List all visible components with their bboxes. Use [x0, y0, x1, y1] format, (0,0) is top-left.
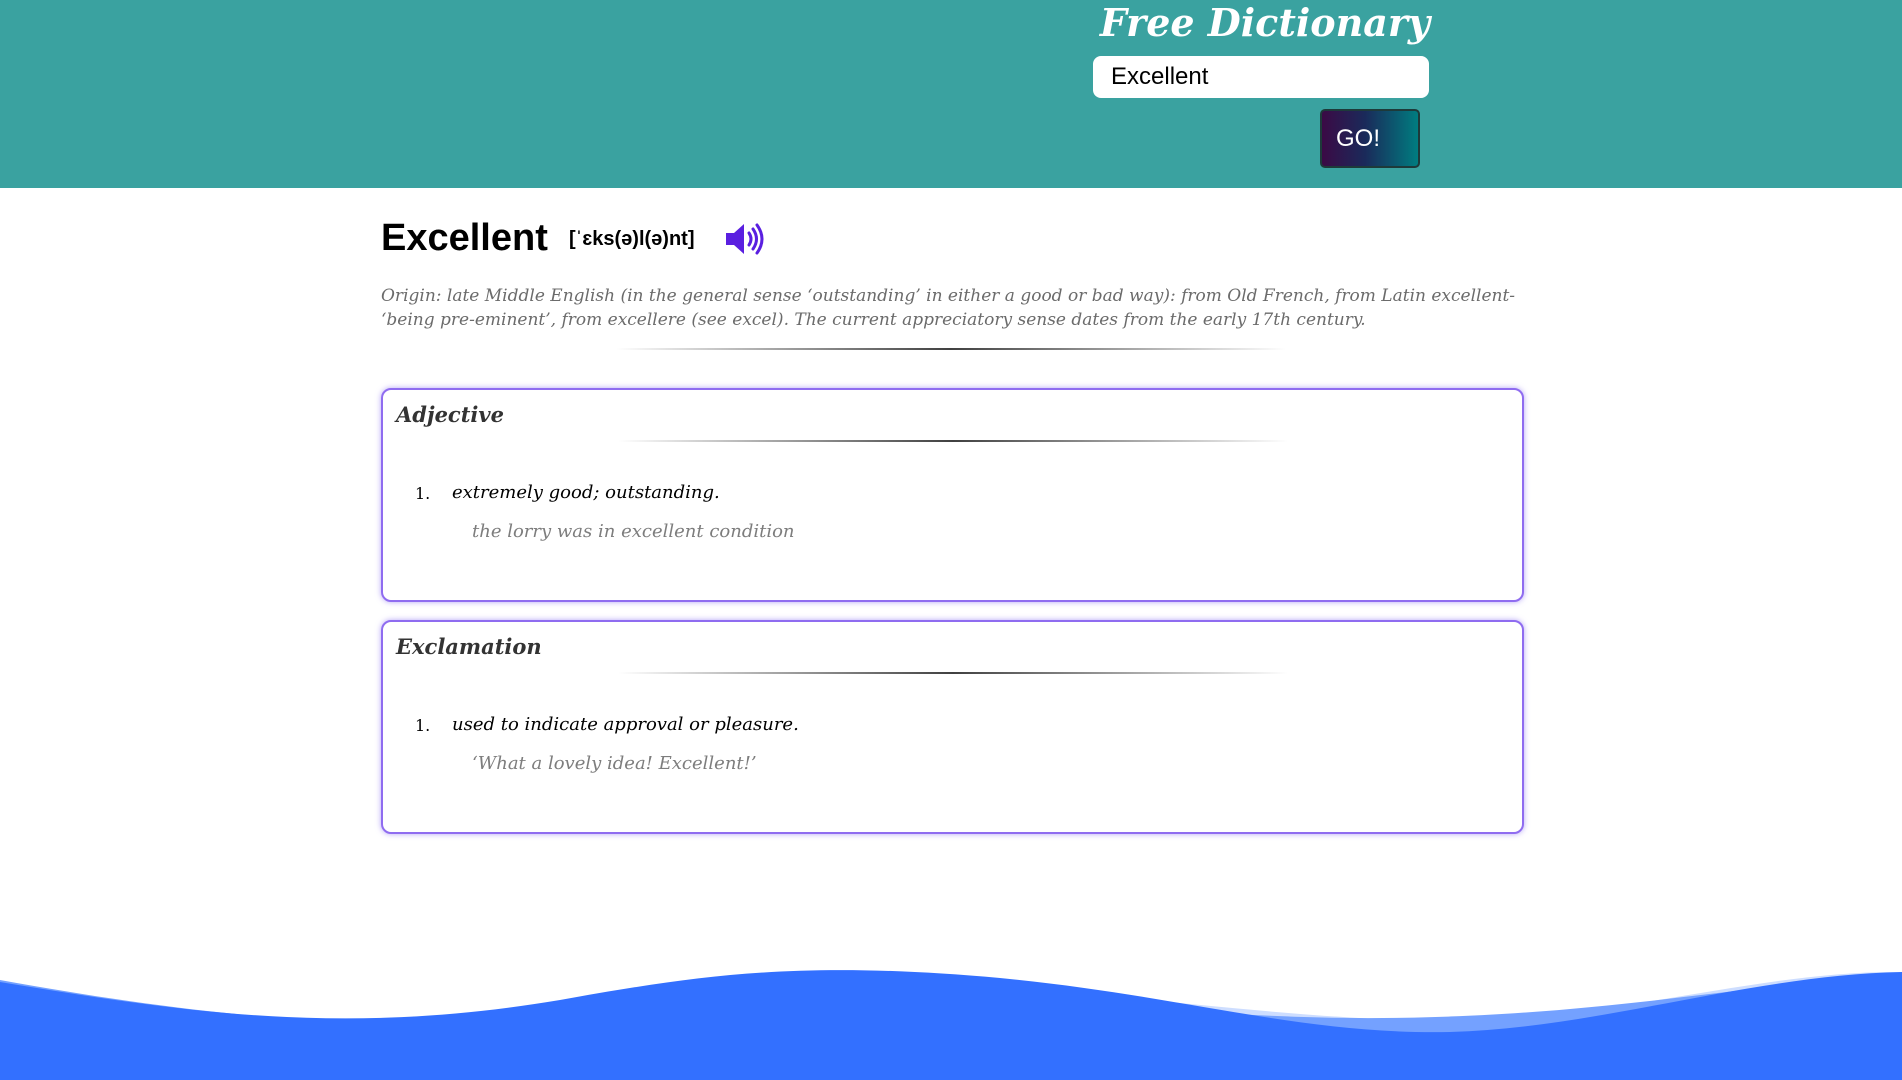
- header-bar: Free Dictionary GO!: [0, 0, 1902, 188]
- meaning-card-exclamation: Exclamation 1. used to indicate approval…: [381, 620, 1524, 834]
- site-title[interactable]: Free Dictionary: [1094, 0, 1430, 46]
- search-input[interactable]: [1093, 56, 1429, 98]
- definition-number: 1.: [415, 484, 431, 503]
- part-of-speech-label: Exclamation: [396, 634, 542, 659]
- card-divider: [618, 440, 1288, 442]
- definition-text: used to indicate approval or pleasure.: [452, 714, 799, 735]
- phonetic-text: [ˈɛks(ə)l(ə)nt]: [569, 228, 695, 250]
- footer-waves: [0, 970, 1902, 1080]
- definition-number: 1.: [415, 716, 431, 735]
- definition-example: the lorry was in excellent condition: [472, 521, 795, 542]
- definition-example: ‘What a lovely idea! Excellent!’: [472, 753, 757, 774]
- word-title: Excellent: [381, 217, 548, 259]
- speaker-volume-icon[interactable]: [724, 222, 766, 256]
- go-button[interactable]: GO!: [1320, 109, 1420, 168]
- origin-text: Origin: late Middle English (in the gene…: [381, 286, 1516, 330]
- meaning-card-adjective: Adjective 1. extremely good; outstanding…: [381, 388, 1524, 602]
- origin-divider: [616, 348, 1286, 350]
- definition-text: extremely good; outstanding.: [452, 482, 720, 503]
- card-divider: [618, 672, 1288, 674]
- part-of-speech-label: Adjective: [396, 402, 504, 427]
- wave-dark: [0, 970, 1902, 1080]
